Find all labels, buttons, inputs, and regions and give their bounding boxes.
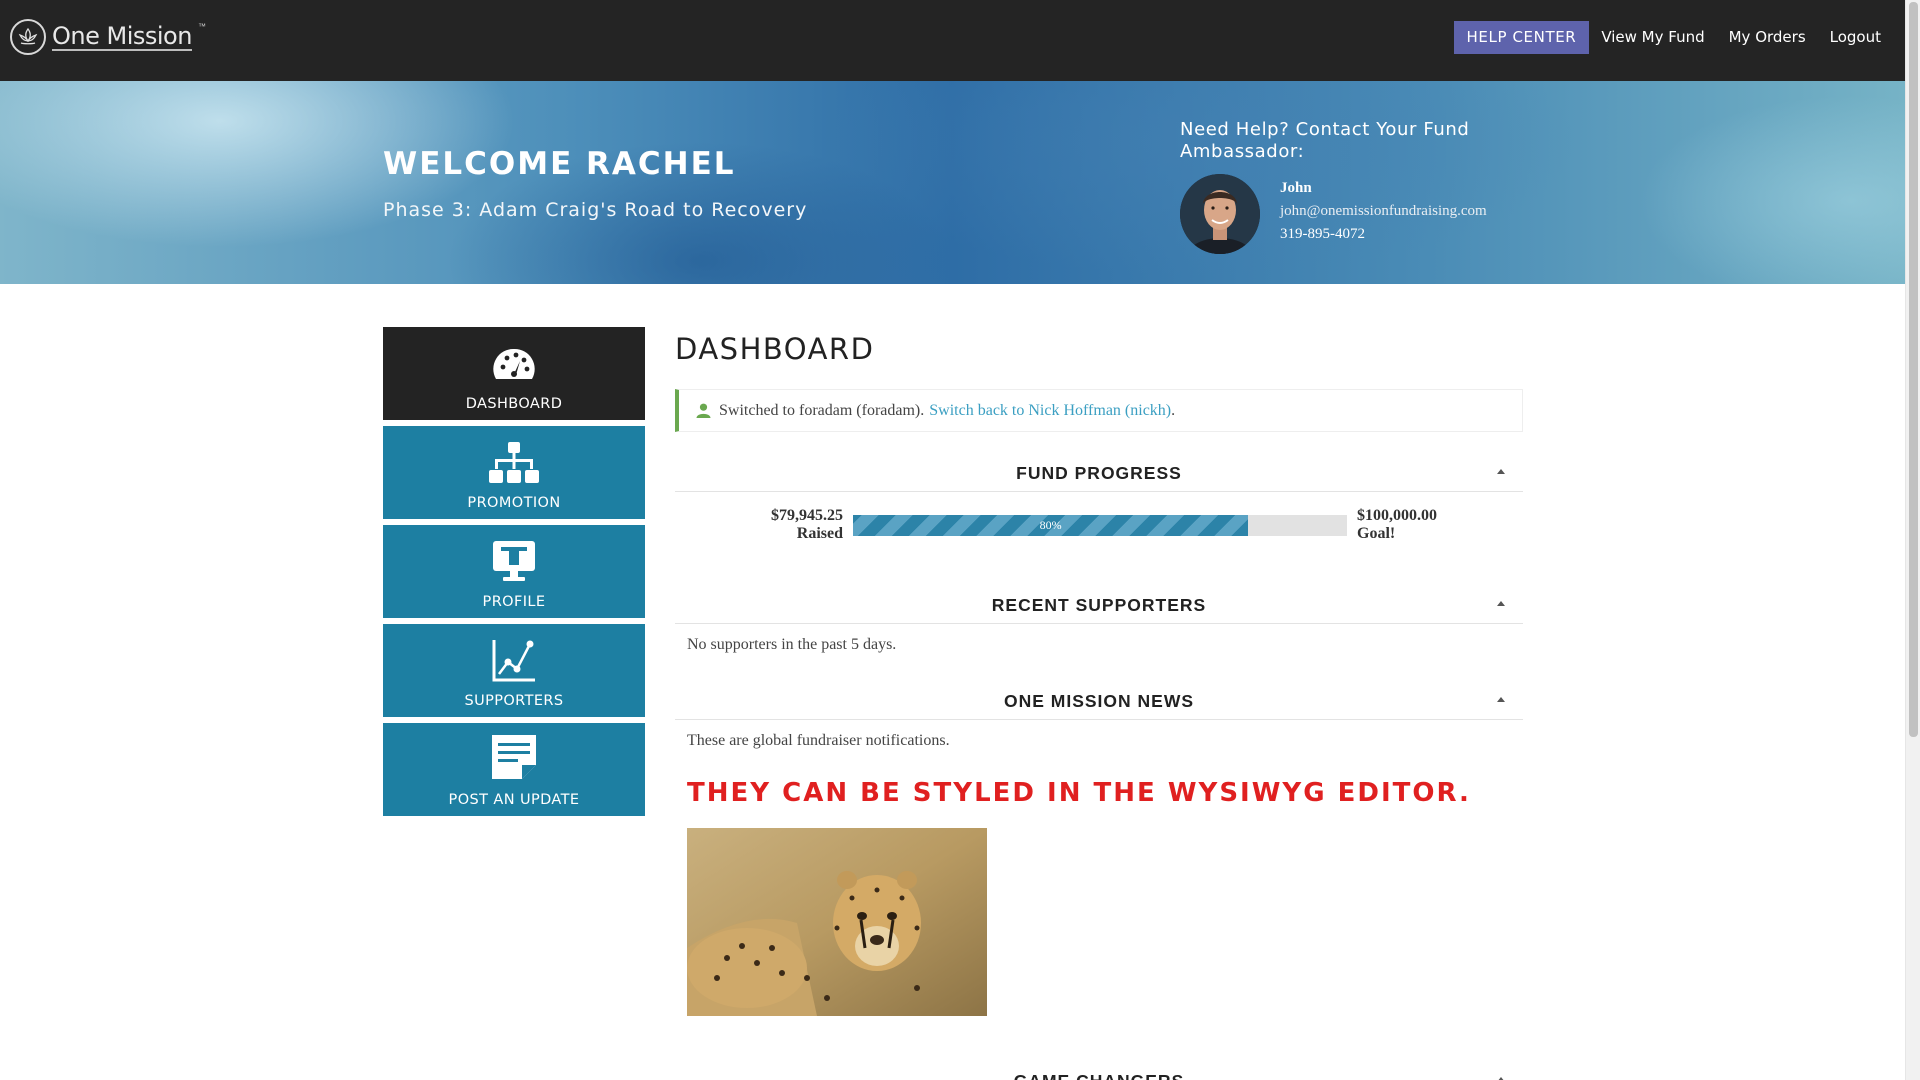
collapse-caret-icon[interactable] <box>1497 469 1505 474</box>
my-orders-link[interactable]: My Orders <box>1717 21 1818 54</box>
fund-progress-panel: FUND PROGRESS $79,945.25 Raised 80% $100… <box>675 454 1523 576</box>
notice-suffix: . <box>1171 401 1176 419</box>
user-icon <box>696 403 711 418</box>
page-scrollbar[interactable] <box>1905 0 1920 1080</box>
panel-title: RECENT SUPPORTERS <box>991 595 1207 615</box>
sidebar-item-post-an-update[interactable]: POST AN UPDATE <box>383 723 645 816</box>
game-changers-header[interactable]: GAME CHANGERS <box>675 1062 1523 1080</box>
panel-title: ONE MISSION NEWS <box>1003 691 1195 711</box>
raised-value: $79,945.25 <box>771 507 843 524</box>
collapse-caret-icon[interactable] <box>1497 601 1505 606</box>
main-content: DASHBOARD Switched to foradam (foradam).… <box>675 327 1523 1028</box>
sidebar-item-label: PROMOTION <box>467 495 561 511</box>
news-styled-heading: THEY CAN BE STYLED IN THE WYSIWYG EDITOR… <box>687 778 1471 808</box>
ambassador-avatar <box>1180 174 1260 254</box>
collapse-caret-icon[interactable] <box>1497 697 1505 702</box>
lotus-logo-icon <box>10 19 46 55</box>
goal-amount: $100,000.00 Goal! <box>1347 507 1437 543</box>
sidebar-item-label: POST AN UPDATE <box>448 792 580 808</box>
note-icon <box>490 733 538 786</box>
sidebar-item-dashboard[interactable]: DASHBOARD <box>383 327 645 420</box>
sidebar-item-label: PROFILE <box>482 594 546 610</box>
ambassador-phone: 319-895-4072 <box>1280 226 1365 242</box>
goal-label: Goal! <box>1357 525 1396 542</box>
cheetah-image <box>687 828 987 1016</box>
top-navbar: One Mission ™ HELP CENTER View My Fund M… <box>0 0 1905 81</box>
sitemap-icon <box>487 442 541 489</box>
news-header[interactable]: ONE MISSION NEWS <box>675 682 1523 720</box>
scrollbar-thumb[interactable] <box>1909 2 1918 737</box>
fund-progress-header[interactable]: FUND PROGRESS <box>675 454 1523 492</box>
trademark: ™ <box>197 22 206 31</box>
goal-value: $100,000.00 <box>1357 507 1437 524</box>
welcome-banner: WELCOME RACHEL Phase 3: Adam Craig's Roa… <box>0 81 1905 284</box>
sidebar-item-label: SUPPORTERS <box>464 693 564 709</box>
logout-link[interactable]: Logout <box>1818 21 1893 54</box>
page-title: DASHBOARD <box>675 332 875 366</box>
brand-name: One Mission <box>52 22 192 51</box>
progress-percent: 80% <box>1039 518 1062 532</box>
fund-phase-subtitle: Phase 3: Adam Craig's Road to Recovery <box>383 199 808 221</box>
sidebar-item-label: DASHBOARD <box>465 396 563 412</box>
one-mission-news-panel: ONE MISSION NEWS These are global fundra… <box>675 682 1523 1028</box>
welcome-heading: WELCOME RACHEL <box>383 146 736 182</box>
top-nav: HELP CENTER View My Fund My Orders Logou… <box>1453 21 1893 54</box>
ambassador-email-link[interactable]: john@onemissionfundraising.com <box>1280 203 1487 220</box>
panel-title: GAME CHANGERS <box>1014 1071 1185 1080</box>
panel-title: FUND PROGRESS <box>1016 463 1182 483</box>
one-mission-logo[interactable]: One Mission ™ <box>10 18 206 56</box>
help-center-button[interactable]: HELP CENTER <box>1453 21 1590 54</box>
raised-label: Raised <box>796 525 843 542</box>
speedometer-icon <box>492 347 536 390</box>
sidebar-item-supporters[interactable]: SUPPORTERS <box>383 624 645 717</box>
raised-amount: $79,945.25 Raised <box>687 507 853 543</box>
recent-supporters-header[interactable]: RECENT SUPPORTERS <box>675 586 1523 624</box>
view-my-fund-link[interactable]: View My Fund <box>1589 21 1716 54</box>
recent-supporters-panel: RECENT SUPPORTERS No supporters in the p… <box>675 586 1523 666</box>
sidebar: DASHBOARD PROMOTION PROFILE SUPPORTERS P… <box>383 327 645 822</box>
monitor-icon <box>491 539 537 588</box>
help-heading: Need Help? Contact Your Fund Ambassador: <box>1180 119 1470 162</box>
news-intro: These are global fundraiser notification… <box>687 732 950 749</box>
fund-progress-bar: 80% <box>853 515 1347 536</box>
line-chart-icon <box>491 638 537 687</box>
ambassador-name: John <box>1280 180 1312 196</box>
sidebar-item-profile[interactable]: PROFILE <box>383 525 645 618</box>
switch-user-notice: Switched to foradam (foradam). Switch ba… <box>675 389 1523 432</box>
sidebar-item-promotion[interactable]: PROMOTION <box>383 426 645 519</box>
fund-progress-body: $79,945.25 Raised 80% $100,000.00 Goal! <box>675 492 1523 576</box>
switch-back-link[interactable]: Switch back to Nick Hoffman (nickh) <box>929 402 1171 420</box>
news-body: These are global fundraiser notification… <box>675 720 1523 1028</box>
notice-text: Switched to foradam (foradam). <box>719 401 925 419</box>
recent-supporters-body: No supporters in the past 5 days. <box>687 636 897 653</box>
